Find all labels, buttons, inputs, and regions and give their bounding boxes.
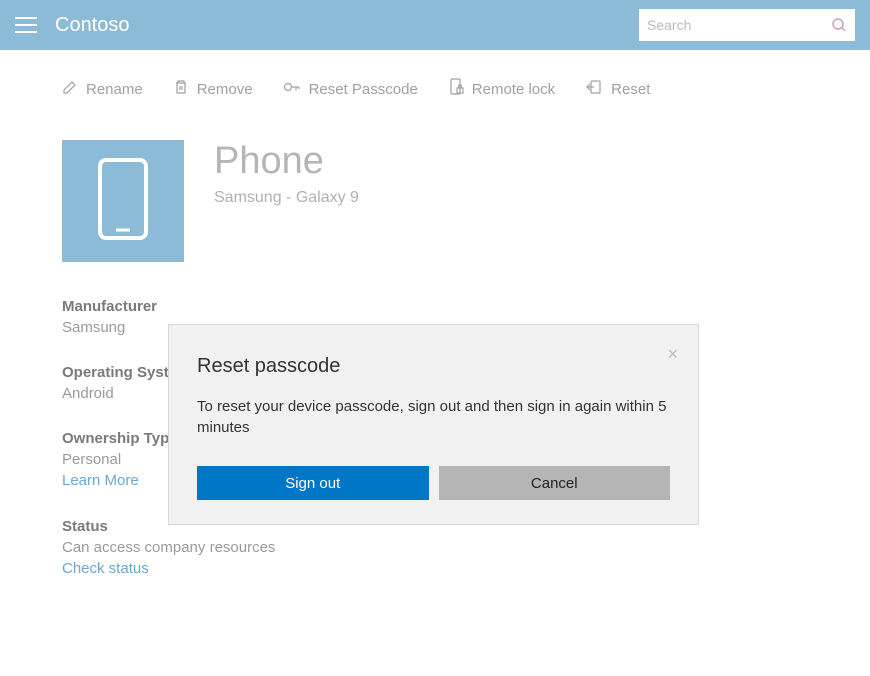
search-icon[interactable] (831, 17, 847, 33)
pencil-icon (62, 79, 78, 99)
status-group: Status Can access company resources Chec… (62, 518, 808, 578)
reset-button[interactable]: Reset (585, 79, 650, 99)
reset-passcode-label: Reset Passcode (309, 81, 418, 98)
reset-label: Reset (611, 81, 650, 98)
search-box[interactable] (639, 9, 855, 41)
brand-title: Contoso (55, 14, 130, 37)
device-header: Phone Samsung - Galaxy 9 (0, 110, 870, 262)
modal-title: Reset passcode (197, 355, 670, 378)
status-value: Can access company resources (62, 539, 808, 556)
remove-button[interactable]: Remove (173, 79, 253, 99)
key-icon (283, 79, 301, 99)
device-tile (62, 140, 184, 262)
learn-more-link[interactable]: Learn More (62, 472, 139, 489)
device-subtitle: Samsung - Galaxy 9 (214, 189, 359, 207)
rename-button[interactable]: Rename (62, 79, 143, 99)
trash-icon (173, 79, 189, 99)
device-title: Phone (214, 140, 359, 183)
check-status-link[interactable]: Check status (62, 560, 149, 577)
rename-label: Rename (86, 81, 143, 98)
reset-passcode-button[interactable]: Reset Passcode (283, 79, 418, 99)
reset-passcode-modal: × Reset passcode To reset your device pa… (168, 324, 699, 525)
manufacturer-label: Manufacturer (62, 298, 808, 315)
device-info: Phone Samsung - Galaxy 9 (214, 140, 359, 207)
device-toolbar: Rename Remove Reset Passcode Remote lock… (0, 50, 870, 110)
search-input[interactable] (647, 17, 831, 33)
hamburger-menu-icon[interactable] (15, 17, 37, 33)
app-header: Contoso (0, 0, 870, 50)
cancel-button[interactable]: Cancel (439, 466, 671, 500)
remote-lock-button[interactable]: Remote lock (448, 78, 555, 100)
remote-lock-label: Remote lock (472, 81, 555, 98)
reset-icon (585, 79, 603, 99)
sign-out-button[interactable]: Sign out (197, 466, 429, 500)
modal-buttons: Sign out Cancel (197, 466, 670, 500)
lock-device-icon (448, 78, 464, 100)
close-icon[interactable]: × (667, 345, 678, 363)
modal-body: To reset your device passcode, sign out … (197, 396, 670, 438)
remove-label: Remove (197, 81, 253, 98)
phone-icon (98, 158, 148, 245)
